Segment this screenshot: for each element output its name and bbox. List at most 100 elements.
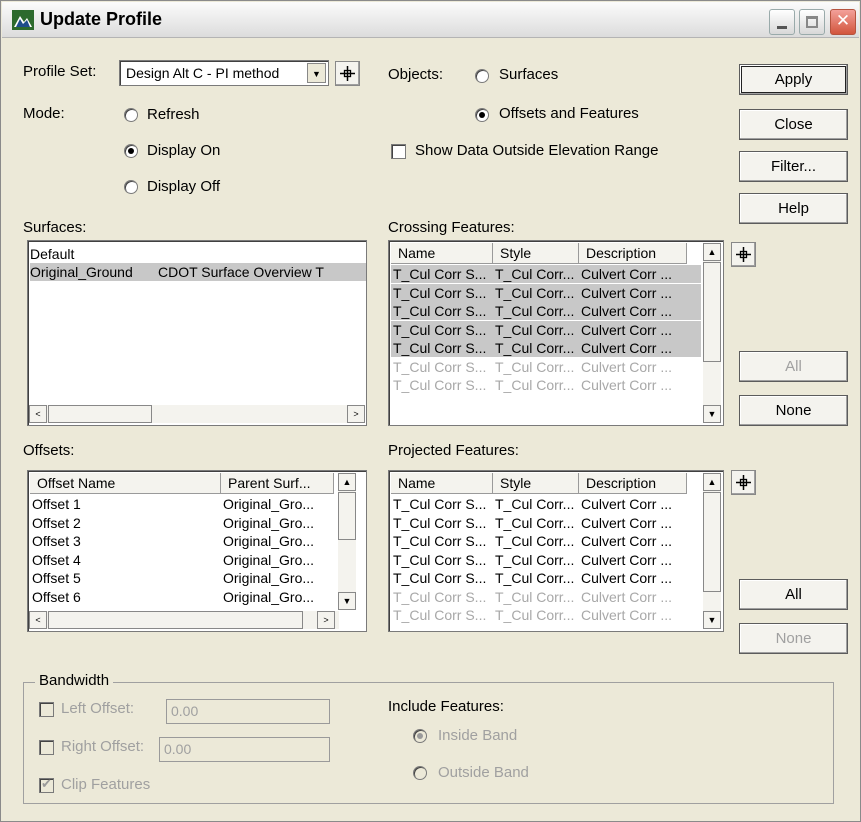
column-header-name[interactable]: Name	[391, 243, 493, 264]
table-row[interactable]: Offset 5 Original_Gro...	[30, 569, 336, 587]
objects-label: Objects:	[388, 66, 444, 83]
scroll-right-button[interactable]: >	[347, 405, 365, 423]
objects-offsets-radio[interactable]	[475, 108, 489, 122]
table-row[interactable]: T_Cul Corr S... T_Cul Corr... Culvert Corr…	[391, 302, 701, 320]
scroll-thumb[interactable]	[703, 492, 721, 592]
scroll-right-button[interactable]: >	[317, 611, 335, 629]
table-row[interactable]: T_Cul Corr S... T_Cul Corr... Culvert Corr…	[391, 283, 701, 302]
column-header-name[interactable]: Name	[391, 473, 493, 494]
surface-item-original-ground[interactable]: Original_Ground CDOT Surface Overview T	[30, 263, 366, 281]
table-cell: Original_Gro...	[223, 551, 315, 568]
table-row[interactable]: Offset 3 Original_Gro...	[30, 532, 336, 550]
projected-none-button[interactable]: None	[739, 623, 848, 654]
table-row[interactable]: T_Cul Corr S... T_Cul Corr... Culvert Corr…	[391, 376, 701, 394]
scroll-down-icon[interactable]: ▼	[703, 405, 721, 423]
scroll-thumb[interactable]	[338, 492, 356, 540]
surface-name: Default	[30, 246, 75, 262]
mode-display-off-radio[interactable]	[124, 180, 138, 194]
surfaces-label: Surfaces:	[23, 219, 87, 236]
table-row[interactable]: T_Cul Corr S... T_Cul Corr... Culvert Corr…	[391, 514, 701, 532]
crossing-all-button[interactable]: All	[739, 351, 848, 382]
locate-projected-button[interactable]	[731, 470, 756, 495]
table-row[interactable]: T_Cul Corr S... T_Cul Corr... Culvert Corr…	[391, 551, 701, 569]
show-data-outside-checkbox[interactable]	[391, 144, 406, 159]
scroll-down-icon[interactable]: ▼	[338, 592, 356, 610]
close-window-button[interactable]: ✕	[830, 9, 856, 35]
chevron-down-icon[interactable]: ▼	[307, 63, 326, 83]
projected-vscrollbar[interactable]: ▲ ▼	[703, 473, 721, 629]
apply-button[interactable]: Apply	[739, 64, 848, 95]
crossing-none-button[interactable]: None	[739, 395, 848, 426]
scroll-thumb[interactable]	[48, 405, 152, 423]
maximize-button[interactable]	[799, 9, 825, 35]
table-row[interactable]: T_Cul Corr S... T_Cul Corr... Culvert Corr…	[391, 495, 701, 513]
right-offset-checkbox[interactable]	[39, 740, 54, 755]
table-row[interactable]: T_Cul Corr S... T_Cul Corr... Culvert Corr…	[391, 320, 701, 339]
table-row[interactable]: Offset 1 Original_Gro...	[30, 495, 336, 513]
table-row[interactable]: Offset 4 Original_Gro...	[30, 551, 336, 569]
table-cell: Culvert Corr ...	[581, 570, 673, 586]
table-cell: T_Cul Corr...	[495, 514, 575, 531]
profile-set-dropdown[interactable]: Design Alt C - PI method ▼	[119, 60, 329, 86]
offsets-hscrollbar[interactable]: < >	[29, 611, 339, 629]
table-row[interactable]: Offset 6 Original_Gro...	[30, 588, 336, 606]
scroll-up-icon[interactable]: ▲	[703, 243, 721, 261]
column-header-description[interactable]: Description	[579, 473, 687, 494]
locate-profile-set-button[interactable]	[335, 61, 360, 86]
table-cell: Culvert Corr ...	[581, 284, 673, 301]
mode-display-on-radio[interactable]	[124, 144, 138, 158]
column-header-style[interactable]: Style	[493, 473, 579, 494]
crossing-vscrollbar[interactable]: ▲ ▼	[703, 243, 721, 423]
table-row[interactable]: Offset 2 Original_Gro...	[30, 514, 336, 532]
projected-features-list[interactable]: Name Style Description T_Cul Corr S... T_…	[388, 470, 724, 632]
mode-refresh-radio[interactable]	[124, 108, 138, 122]
left-offset-input[interactable]: 0.00	[166, 699, 330, 724]
right-offset-input[interactable]: 0.00	[159, 737, 330, 762]
surfaces-hscrollbar[interactable]: < >	[29, 405, 365, 423]
filter-button[interactable]: Filter...	[739, 151, 848, 182]
column-header-description[interactable]: Description	[579, 243, 687, 264]
table-cell: T_Cul Corr S...	[393, 570, 487, 586]
left-offset-checkbox[interactable]	[39, 702, 54, 717]
table-cell: T_Cul Corr...	[495, 496, 575, 512]
scroll-up-icon[interactable]: ▲	[338, 473, 356, 491]
scroll-thumb[interactable]	[48, 611, 303, 629]
table-cell: T_Cul Corr S...	[393, 607, 487, 623]
table-cell: Original_Gro...	[223, 496, 315, 512]
clip-features-checkbox[interactable]	[39, 776, 54, 793]
column-header-style[interactable]: Style	[493, 243, 579, 264]
offsets-list[interactable]: Offset Name Parent Surf... Offset 1 Origi…	[27, 470, 367, 632]
table-row[interactable]: T_Cul Corr S... T_Cul Corr... Culvert Corr…	[391, 265, 701, 283]
surface-item-default[interactable]: Default	[30, 245, 74, 263]
locate-crossing-button[interactable]	[731, 242, 756, 267]
crossing-features-list[interactable]: Name Style Description T_Cul Corr S... T_…	[388, 240, 724, 426]
scroll-thumb[interactable]	[703, 262, 721, 362]
projected-all-button[interactable]: All	[739, 579, 848, 610]
scroll-down-icon[interactable]: ▼	[703, 611, 721, 629]
table-row[interactable]: T_Cul Corr S... T_Cul Corr... Culvert Corr…	[391, 358, 701, 376]
help-button[interactable]: Help	[739, 193, 848, 224]
scroll-left-button[interactable]: <	[29, 405, 47, 423]
table-row[interactable]: T_Cul Corr S... T_Cul Corr... Culvert Corr…	[391, 569, 701, 587]
offsets-vscrollbar[interactable]: ▲ ▼	[338, 473, 356, 610]
table-row[interactable]: T_Cul Corr S... T_Cul Corr... Culvert Corr…	[391, 606, 701, 624]
close-button[interactable]: Close	[739, 109, 848, 140]
minimize-button[interactable]	[769, 9, 795, 35]
surface-name: Original_Ground	[30, 264, 133, 280]
table-cell: Culvert Corr ...	[581, 340, 673, 356]
table-row[interactable]: T_Cul Corr S... T_Cul Corr... Culvert Corr…	[391, 532, 701, 550]
table-cell: T_Cul Corr...	[495, 358, 575, 375]
objects-surfaces-radio[interactable]	[475, 69, 489, 83]
column-header-offset-name[interactable]: Offset Name	[30, 473, 221, 494]
surfaces-list[interactable]: Default Original_Ground CDOT Surface Ove…	[27, 240, 367, 426]
table-row[interactable]: T_Cul Corr S... T_Cul Corr... Culvert Corr…	[391, 588, 701, 606]
title-bar[interactable]: Update Profile ✕	[2, 2, 859, 38]
column-header-parent-surface[interactable]: Parent Surf...	[221, 473, 334, 494]
table-row[interactable]: T_Cul Corr S... T_Cul Corr... Culvert Corr…	[391, 339, 701, 357]
scroll-left-button[interactable]: <	[29, 611, 47, 629]
bandwidth-label: Bandwidth	[35, 672, 114, 689]
outside-band-radio[interactable]	[413, 766, 427, 780]
table-cell: Original_Gro...	[223, 588, 315, 605]
scroll-up-icon[interactable]: ▲	[703, 473, 721, 491]
inside-band-radio[interactable]	[413, 729, 427, 743]
